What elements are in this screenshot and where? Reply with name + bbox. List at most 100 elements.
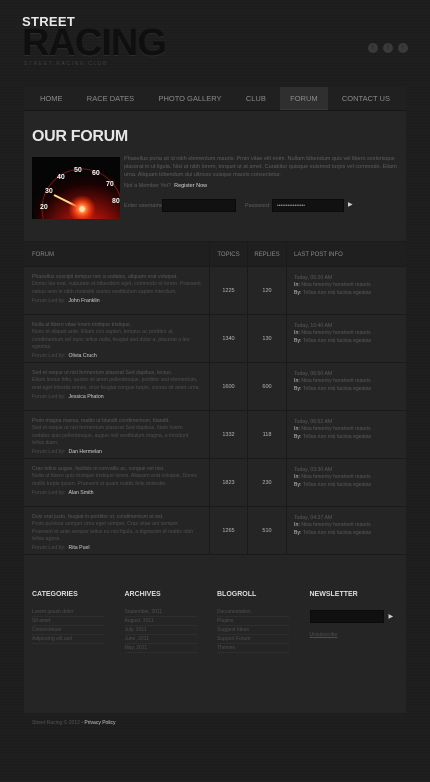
archive-link[interactable]: July, 2011 <box>124 626 197 635</box>
last-post-cell: Today, 05:20 AM In: Nisa fenormy hendreri… <box>287 267 406 314</box>
forum-cell: Duis erat justo, feugiat in porttitor ut… <box>24 507 210 554</box>
table-row[interactable]: Proin magna massa, mattis ut blandit con… <box>24 411 406 459</box>
newsletter-submit-arrow-icon[interactable]: ▶ <box>389 614 394 620</box>
password-label: Password: <box>245 203 271 209</box>
forum-led-line: Forum Led by: Alan Smith <box>32 490 201 496</box>
table-row[interactable]: Sed et neque ut nisl fermentum placerat … <box>24 363 406 411</box>
last-post-author-link[interactable]: Tellus non nisi lacinia egestas <box>303 482 371 488</box>
topics-count: 1600 <box>210 363 248 410</box>
forum-topic-title[interactable]: Cras tellus augue, facilisis in convalli… <box>32 466 201 473</box>
header-last-post: LAST POST INFO <box>294 252 343 258</box>
last-post-author-link[interactable]: Tellus non nisi lacinia egestas <box>303 290 371 296</box>
topics-count: 1265 <box>210 507 248 554</box>
table-row[interactable]: Cras tellus augue, facilisis in convalli… <box>24 459 406 507</box>
nav-home[interactable]: HOME <box>30 87 73 110</box>
forum-cell: Nulla at libero vitae lorem tristique tr… <box>24 315 210 362</box>
copyright: Street Racing © 2012 • Privacy Policy <box>32 720 116 726</box>
forum-led-label: Forum Led by: <box>32 297 66 304</box>
forum-topic-title[interactable]: Nulla at libero vitae lorem tristique tr… <box>32 322 201 329</box>
privacy-policy-link[interactable]: Privacy Policy <box>84 720 115 726</box>
forum-led-by[interactable]: Alan Smith <box>68 490 93 496</box>
nav-photo-gallery[interactable]: PHOTO GALLERY <box>148 87 231 110</box>
last-post-cell: Today, 03:30 AM In: Nisa fenormy hendreri… <box>287 459 406 506</box>
logo-line-racing: RACING <box>22 22 167 64</box>
register-line: Not a Member Yet? Register Now <box>124 183 207 189</box>
forum-cell: Cras tellus augue, facilisis in convalli… <box>24 459 210 506</box>
blogroll-link[interactable]: Suggest Ideas <box>217 626 289 635</box>
svg-text:30: 30 <box>45 188 53 195</box>
nav-club[interactable]: CLUB <box>236 87 276 110</box>
nav-race-dates[interactable]: RACE DATES <box>77 87 144 110</box>
last-post-topic-link[interactable]: Nisa fenormy hendrerit mauris <box>301 330 370 336</box>
by-label: By: <box>294 289 302 296</box>
archive-link[interactable]: May, 2011 <box>124 644 197 653</box>
category-link[interactable]: Sit amet <box>32 617 104 626</box>
forum-led-line: Forum Led by: Jessica Phaton <box>32 394 201 400</box>
archive-link[interactable]: June, 2011 <box>124 635 197 644</box>
nav-contact-us[interactable]: CONTACT US <box>332 87 400 110</box>
forum-topic-title[interactable]: Duis erat justo, feugiat in porttitor ut… <box>32 514 201 521</box>
last-post-topic-link[interactable]: Nisa fenormy hendrerit mauris <box>301 378 370 384</box>
in-label: In: <box>294 330 300 337</box>
last-post-author-link[interactable]: Tellus non nisi lacinia egestas <box>303 386 371 392</box>
last-post-in: In: Nisa fenormy hendrerit mauris <box>294 426 406 433</box>
blogroll-link[interactable]: Themes <box>217 644 289 653</box>
blogroll-link[interactable]: Support Forum <box>217 635 289 644</box>
register-now-link[interactable]: Register Now <box>174 183 207 189</box>
table-row[interactable]: Duis erat justo, feugiat in porttitor ut… <box>24 507 406 555</box>
footer-newsletter: NEWSLETTER ▶ Unsubscribe <box>309 591 403 653</box>
replies-count: 510 <box>248 507 287 554</box>
facebook-icon[interactable]: f <box>383 43 393 53</box>
forum-cell: Sed et neque ut nisl fermentum placerat … <box>24 363 210 410</box>
blogroll-title: BLOGROLL <box>217 591 257 598</box>
forum-led-label: Forum Led by: <box>32 489 66 496</box>
login-submit-arrow-icon[interactable]: ▶ <box>348 201 353 208</box>
header-replies: REPLIES <box>248 242 287 266</box>
in-label: In: <box>294 474 300 481</box>
last-post-topic-link[interactable]: Nisa fenormy hendrerit mauris <box>301 426 370 432</box>
forum-led-by[interactable]: Rita Puel <box>68 545 89 551</box>
category-link[interactable]: Lorem ipsum dolor <box>32 608 104 617</box>
twitter-icon[interactable]: t <box>368 43 378 53</box>
forum-topic-title[interactable]: Proin magna massa, mattis ut blandit con… <box>32 418 201 425</box>
replies-count: 600 <box>248 363 287 410</box>
blogroll-link[interactable]: Plugins <box>217 617 289 626</box>
forum-table: FORUM TOPICS REPLIES LAST POST INFO Phas… <box>24 241 406 555</box>
last-post-author-link[interactable]: Tellus non nisi lacinia egestas <box>303 338 371 344</box>
last-post-date: Today, 03:30 AM <box>294 467 333 473</box>
intro-text: Phasellus porta sit id nibh elementum ma… <box>124 156 397 179</box>
category-link[interactable]: Adipiscing elit.sed <box>32 635 104 644</box>
last-post-author-link[interactable]: Tellus non nisi lacinia egestas <box>303 434 371 440</box>
last-post-topic-link[interactable]: Nisa fenormy hendrerit mauris <box>301 522 370 528</box>
unsubscribe-link[interactable]: Unsubscribe <box>310 632 403 638</box>
forum-led-by[interactable]: Dan Hermelan <box>68 449 101 455</box>
nav-forum[interactable]: FORUM <box>280 87 328 110</box>
last-post-author-link[interactable]: Tellus non nisi lacinia egestas <box>303 530 371 536</box>
page-title: OUR FORUM <box>32 128 128 145</box>
newsletter-email-input[interactable] <box>309 610 384 624</box>
password-input[interactable]: •••••••••••••••• <box>272 199 344 212</box>
forum-topic-title[interactable]: Phasellus suscipit tempus nec a sodales,… <box>32 274 201 281</box>
last-post-topic-link[interactable]: Nisa fenormy hendrerit mauris <box>301 282 370 288</box>
header-topics: TOPICS <box>210 242 248 266</box>
forum-led-by[interactable]: Olivia Cruch <box>68 353 96 359</box>
footer-blogroll: BLOGROLL Documentation Plugins Suggest I… <box>217 591 310 653</box>
archive-link[interactable]: September, 2011 <box>124 608 197 617</box>
last-post-topic-link[interactable]: Nisa fenormy hendrerit mauris <box>301 474 370 480</box>
forum-topic-desc: Donec leo erat, vulputate et bibendum eg… <box>32 281 201 295</box>
site-logo[interactable]: STREET RACING STREET RACING CLUB <box>22 14 167 67</box>
svg-text:80: 80 <box>112 198 120 205</box>
forum-led-by[interactable]: John Franklin <box>68 298 99 304</box>
table-row[interactable]: Nulla at libero vitae lorem tristique tr… <box>24 315 406 363</box>
blogroll-link[interactable]: Documentation <box>217 608 289 617</box>
username-input[interactable] <box>162 199 236 212</box>
table-row[interactable]: Phasellus suscipit tempus nec a sodales,… <box>24 267 406 315</box>
forum-topic-title[interactable]: Sed et neque ut nisl fermentum placerat … <box>32 370 201 377</box>
forum-led-by[interactable]: Jessica Phaton <box>68 394 103 400</box>
forum-led-label: Forum Led by: <box>32 393 66 400</box>
category-link[interactable]: Consectetuer <box>32 626 104 635</box>
archive-link[interactable]: August, 2011 <box>124 617 197 626</box>
rss-icon[interactable]: r <box>398 43 408 53</box>
last-post-by: By: Tellus non nisi lacinia egestas <box>294 386 406 393</box>
last-post-date: Today, 06:50 AM <box>294 371 333 377</box>
